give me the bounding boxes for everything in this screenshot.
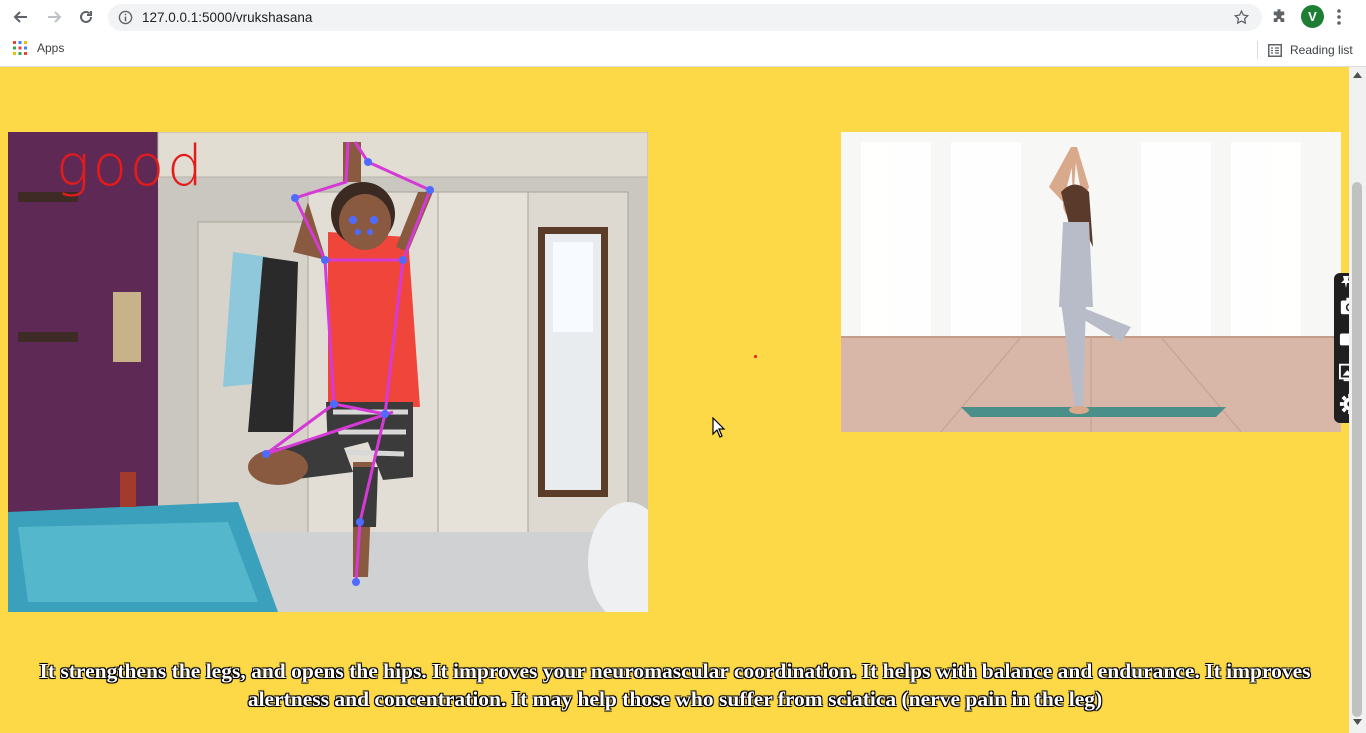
reload-button[interactable] <box>74 5 98 29</box>
extensions-icon[interactable] <box>1270 7 1288 25</box>
bookmark-star-icon[interactable] <box>1233 9 1250 26</box>
pose-status-label: good <box>56 134 206 199</box>
back-button[interactable] <box>9 5 33 29</box>
forward-arrow-icon <box>48 11 62 23</box>
reference-pose-illustration <box>841 132 1341 432</box>
info-icon[interactable] <box>118 10 133 25</box>
vertical-scrollbar[interactable] <box>1349 67 1366 733</box>
forward-button[interactable] <box>42 5 66 29</box>
marker-dot <box>754 355 757 358</box>
scroll-down-arrow-icon[interactable] <box>1353 719 1362 725</box>
address-bar[interactable]: 127.0.0.1:5000/vrukshasana <box>108 4 1262 31</box>
url-text[interactable]: 127.0.0.1:5000/vrukshasana <box>142 10 312 25</box>
back-arrow-icon <box>13 11 27 23</box>
webcam-feed: good <box>8 132 648 612</box>
avatar-letter: V <box>1308 9 1317 24</box>
bookmarks-bar: Apps Reading list <box>0 34 1366 67</box>
webcam-scene-image <box>8 132 648 612</box>
profile-avatar[interactable]: V <box>1301 5 1324 28</box>
reading-list-label: Reading list <box>1290 43 1353 57</box>
mouse-cursor-icon <box>712 417 726 438</box>
reading-list-button[interactable]: Reading list <box>1257 41 1353 59</box>
scroll-up-arrow-icon[interactable] <box>1353 72 1362 78</box>
reading-list-icon <box>1268 43 1282 57</box>
browser-toolbar: 127.0.0.1:5000/vrukshasana V <box>0 0 1366 34</box>
scrollbar-thumb[interactable] <box>1352 182 1362 717</box>
reference-pose-image <box>841 132 1341 432</box>
apps-label: Apps <box>37 41 65 55</box>
more-menu-icon[interactable] <box>1336 8 1342 26</box>
apps-grid-icon <box>13 41 27 55</box>
apps-shortcut[interactable]: Apps <box>13 41 64 55</box>
reload-icon <box>80 10 92 23</box>
page-content: good It strengthens the legs, and opens … <box>0 67 1349 733</box>
pose-description: It strengthens the legs, and opens the h… <box>39 658 1311 711</box>
